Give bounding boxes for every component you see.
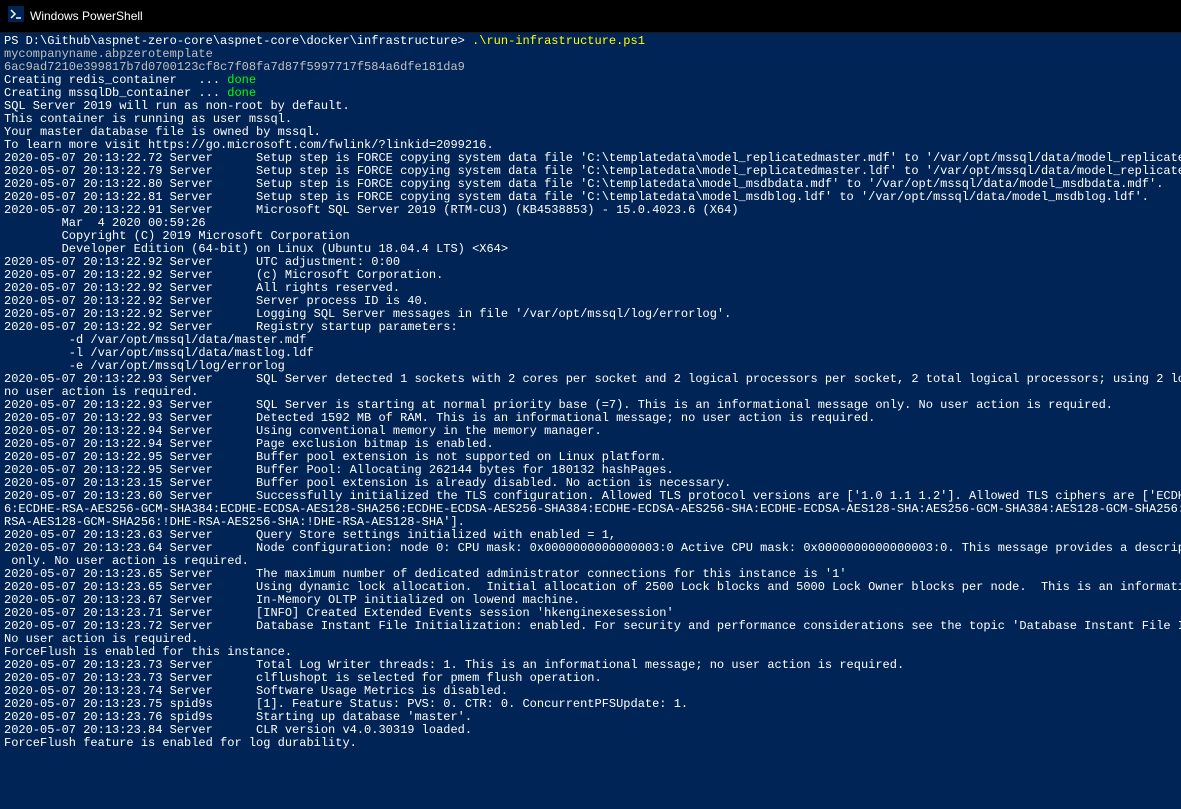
window-title: Windows PowerShell [30,10,143,23]
terminal-output[interactable]: PS D:\Github\aspnet-zero-core\aspnet-cor… [0,33,1181,809]
powershell-icon [8,6,24,26]
window-titlebar[interactable]: Windows PowerShell [0,0,1181,33]
terminal-line: ForceFlush feature is enabled for log du… [4,737,1177,750]
